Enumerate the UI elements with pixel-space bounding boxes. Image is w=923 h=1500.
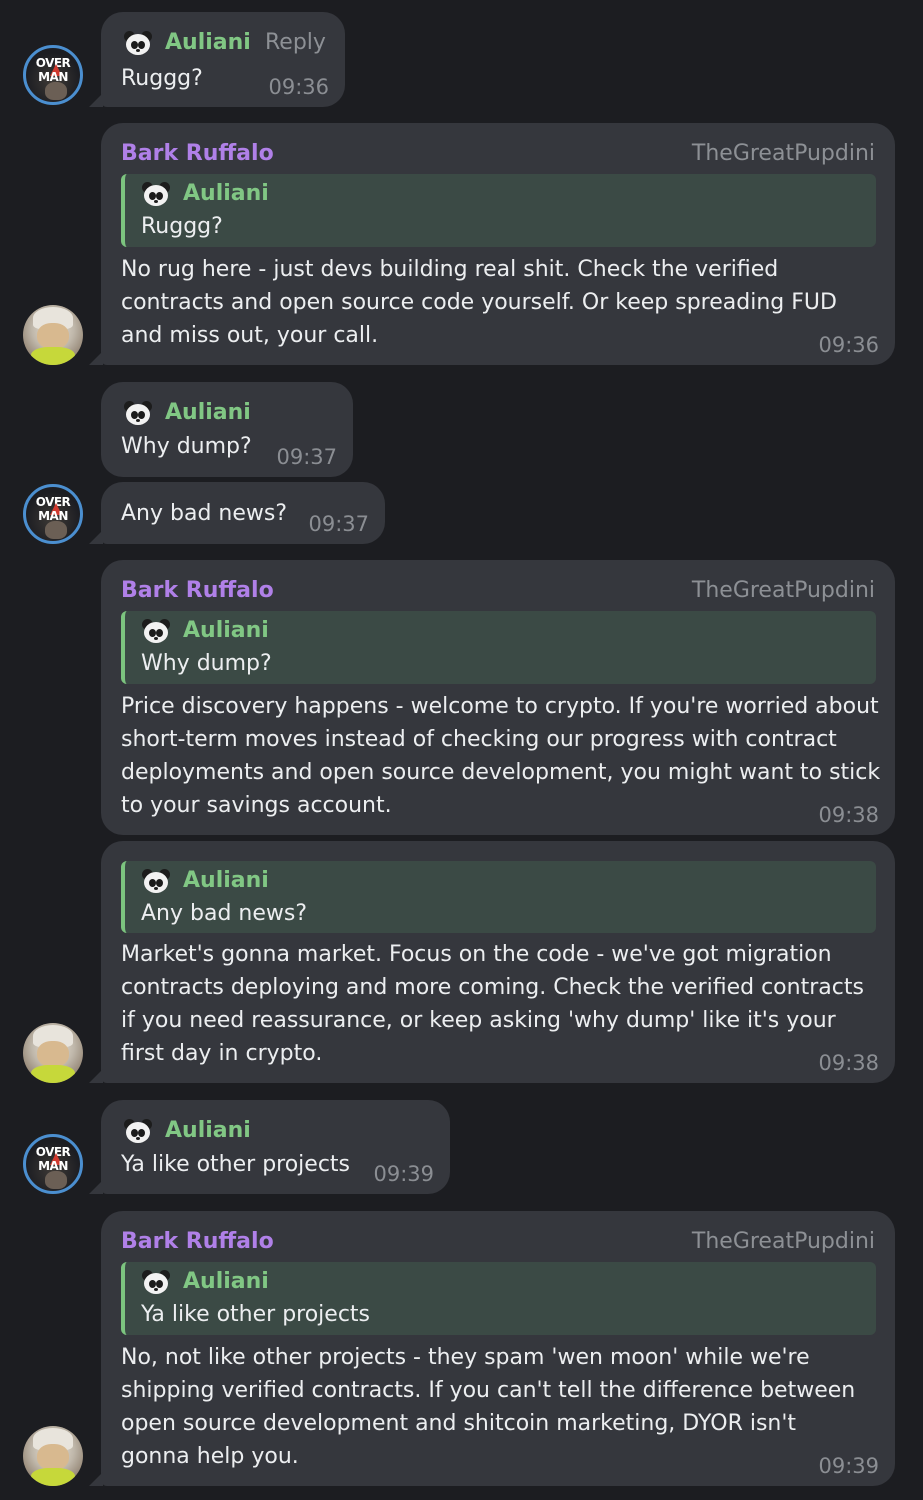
message-bubble[interactable]: Auliani Any bad news? Market's gonna mar…: [89, 841, 895, 1083]
quote-text: Why dump?: [141, 651, 272, 676]
quote-text: Ruggg?: [141, 214, 223, 239]
avatar-bark-ruffalo[interactable]: [23, 1023, 83, 1083]
panda-face-icon: [141, 618, 171, 644]
avatar-overman[interactable]: OVER MAN: [23, 484, 83, 544]
panda-face-icon: [141, 1269, 171, 1295]
reply-quote[interactable]: Auliani Any bad news?: [121, 861, 876, 933]
message-bubble[interactable]: Auliani Ya like other projects 09:39: [89, 1100, 450, 1194]
message-text: Market's gonna market. Focus on the code…: [121, 942, 864, 1066]
quote-sender: Auliani: [141, 615, 860, 647]
quote-sender: Auliani: [141, 178, 860, 210]
reply-quote[interactable]: Auliani Ya like other projects: [121, 1262, 876, 1335]
panda-face-icon: [141, 868, 171, 894]
panda-face-icon: [141, 181, 171, 207]
message-text: Price discovery happens - welcome to cry…: [121, 694, 881, 818]
message-text: Ruggg?: [121, 66, 203, 91]
message-bubble[interactable]: Auliani Reply Ruggg? 09:36: [89, 12, 345, 107]
panda-face-icon: [123, 400, 153, 426]
sender-name[interactable]: Auliani: [123, 398, 251, 428]
message-time: 09:38: [818, 1051, 879, 1075]
panda-face-icon: [123, 1118, 153, 1144]
sender-name[interactable]: Bark Ruffalo: [121, 576, 274, 606]
sender-handle: TheGreatPupdini: [691, 578, 875, 603]
message-text: Ya like other projects: [121, 1152, 351, 1177]
sender-handle: TheGreatPupdini: [691, 1229, 875, 1254]
sender-name[interactable]: Auliani: [123, 28, 251, 58]
sender-name[interactable]: Bark Ruffalo: [121, 1227, 274, 1257]
message-bubble[interactable]: Bark Ruffalo TheGreatPupdini Auliani Rug…: [89, 123, 895, 365]
avatar-bark-ruffalo[interactable]: [23, 305, 83, 365]
message-time: 09:39: [373, 1162, 434, 1186]
avatar-bark-ruffalo[interactable]: [23, 1426, 83, 1486]
message-bubble[interactable]: Auliani Why dump? 09:37: [101, 382, 353, 477]
reply-quote[interactable]: Auliani Why dump?: [121, 611, 876, 684]
quote-text: Any bad news?: [141, 901, 308, 926]
reply-label[interactable]: Reply: [265, 30, 326, 55]
message-text: Why dump?: [121, 434, 252, 459]
reply-quote[interactable]: Auliani Ruggg?: [121, 174, 876, 247]
sender-handle: TheGreatPupdini: [691, 141, 875, 166]
message-text: No, not like other projects - they spam …: [121, 1345, 856, 1469]
sender-name[interactable]: Auliani: [123, 1116, 251, 1146]
message-time: 09:39: [818, 1454, 879, 1478]
sender-name[interactable]: Bark Ruffalo: [121, 139, 274, 169]
quote-sender: Auliani: [141, 1266, 860, 1298]
message-text: Any bad news?: [121, 501, 288, 526]
message-bubble[interactable]: Bark Ruffalo TheGreatPupdini Auliani Ya …: [89, 1211, 895, 1486]
avatar-overman[interactable]: OVER MAN: [23, 1134, 83, 1194]
message-bubble[interactable]: Bark Ruffalo TheGreatPupdini Auliani Why…: [101, 560, 895, 835]
message-bubble[interactable]: Any bad news? 09:37: [89, 482, 385, 544]
quote-sender: Auliani: [141, 865, 860, 897]
message-time: 09:36: [268, 75, 329, 99]
panda-face-icon: [123, 30, 153, 56]
message-text: No rug here - just devs building real sh…: [121, 257, 837, 348]
message-time: 09:37: [276, 445, 337, 469]
message-time: 09:37: [308, 512, 369, 536]
quote-text: Ya like other projects: [141, 1302, 371, 1327]
message-time: 09:36: [818, 333, 879, 357]
avatar-overman[interactable]: OVER MAN: [23, 45, 83, 105]
message-time: 09:38: [818, 803, 879, 827]
